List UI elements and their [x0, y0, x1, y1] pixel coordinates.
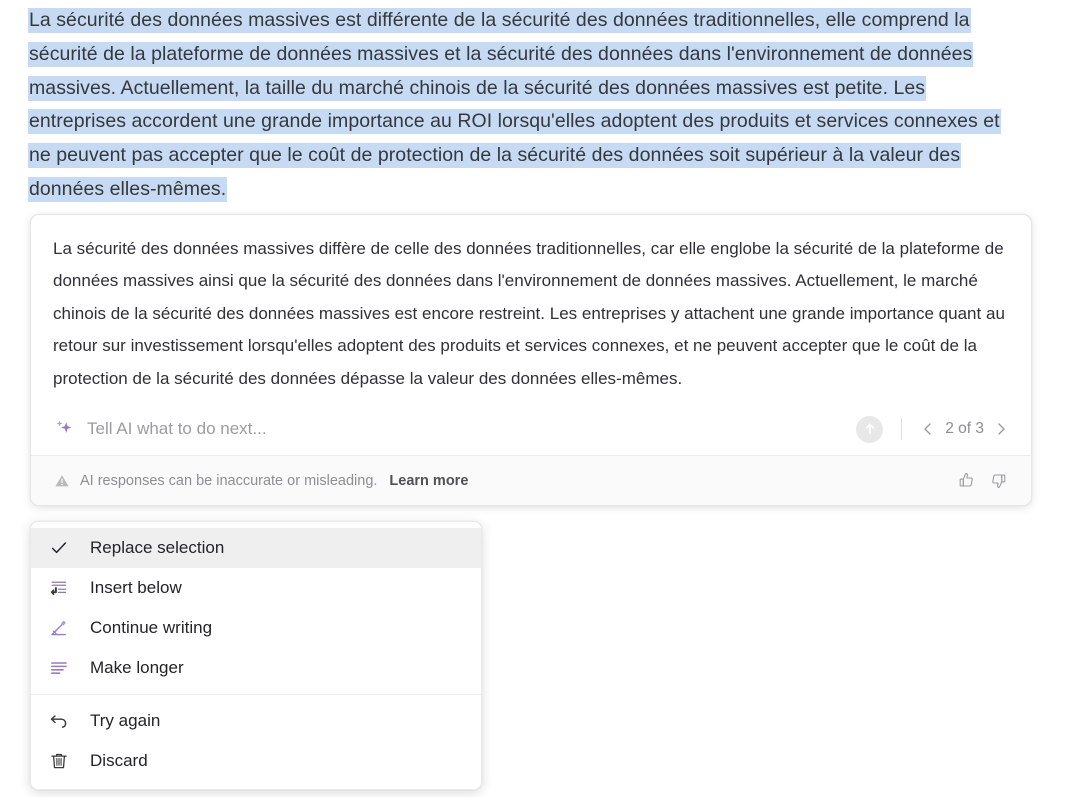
- ai-response-card: La sécurité des données massives diffère…: [30, 214, 1032, 507]
- chevron-left-icon[interactable]: [918, 419, 938, 439]
- disclaimer-text: AI responses can be inaccurate or mislea…: [80, 472, 378, 489]
- chevron-right-icon[interactable]: [991, 419, 1011, 439]
- menu-item-discard[interactable]: Discard: [31, 741, 481, 781]
- ai-prompt-input[interactable]: [87, 417, 849, 442]
- menu-item-label: Discard: [90, 751, 148, 770]
- undo-arrow-icon: [47, 709, 71, 733]
- menu-item-label: Continue writing: [90, 618, 213, 637]
- sparkle-icon: [53, 418, 75, 440]
- ai-prompt-row: 2 of 3: [31, 403, 1031, 455]
- pencil-icon: [47, 616, 71, 640]
- ai-disclaimer-bar: AI responses can be inaccurate or mislea…: [31, 455, 1031, 506]
- learn-more-link[interactable]: Learn more: [389, 473, 468, 489]
- thumbs-up-icon[interactable]: [953, 468, 979, 494]
- check-icon: [47, 536, 71, 560]
- menu-item-label: Try again: [90, 711, 161, 730]
- menu-item-insert-below[interactable]: Insert below: [31, 568, 481, 608]
- menu-item-replace-selection[interactable]: Replace selection: [31, 528, 481, 568]
- ai-action-menu: Replace selection Insert below Continue …: [30, 521, 482, 790]
- warning-triangle-icon: [53, 472, 70, 489]
- ai-response-text: La sécurité des données massives diffère…: [53, 239, 1005, 388]
- pager-label: 2 of 3: [945, 420, 984, 438]
- insert-below-icon: [47, 576, 71, 600]
- menu-item-make-longer[interactable]: Make longer: [31, 648, 481, 688]
- menu-item-try-again[interactable]: Try again: [31, 701, 481, 741]
- menu-separator: [31, 694, 481, 695]
- menu-item-label: Insert below: [90, 578, 182, 597]
- make-longer-icon: [47, 656, 71, 680]
- toolbar-divider: [901, 418, 903, 441]
- document-selected-paragraph: La sécurité des données massives est dif…: [28, 4, 1018, 207]
- menu-item-label: Make longer: [90, 658, 184, 677]
- trash-icon: [47, 749, 71, 773]
- menu-item-label: Replace selection: [90, 538, 225, 557]
- selection-highlight: La sécurité des données massives est dif…: [28, 8, 1001, 202]
- menu-item-continue-writing[interactable]: Continue writing: [31, 608, 481, 648]
- thumbs-down-icon[interactable]: [985, 468, 1011, 494]
- send-button[interactable]: [856, 415, 884, 443]
- response-pager: 2 of 3: [918, 419, 1011, 439]
